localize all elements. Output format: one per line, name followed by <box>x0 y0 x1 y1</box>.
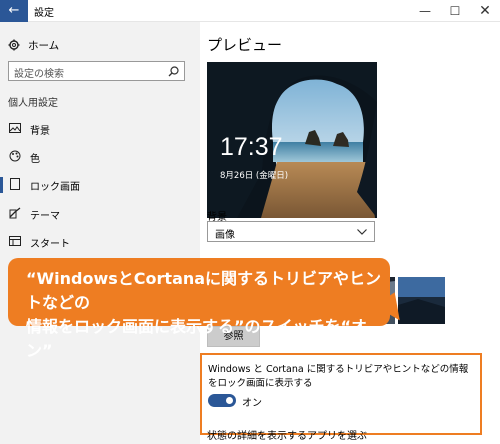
picture-thumbnail[interactable] <box>398 277 445 324</box>
preview-time: 17:37 <box>220 133 283 161</box>
callout-line-1: “WindowsとCortanaに関するトリビアやヒントなどの <box>26 269 382 312</box>
search-icon <box>168 66 179 77</box>
sidebar-item-label: ロック画面 <box>30 182 80 193</box>
selection-indicator <box>0 177 3 193</box>
minimize-icon: — <box>419 4 431 18</box>
sidebar-item-label: 背景 <box>30 126 50 137</box>
callout-line-2: 情報をロック画面に表示する”のスイッチを“オン” <box>26 317 368 360</box>
sidebar-item-label: 色 <box>30 154 40 165</box>
search-input[interactable]: 設定の検索 <box>8 61 185 81</box>
sidebar-item-lock-screen[interactable]: ロック画面 <box>0 174 200 196</box>
close-button[interactable]: ✕ <box>470 0 500 22</box>
sidebar-item-label: テーマ <box>30 211 60 222</box>
detail-status-label: 状態の詳細を表示するアプリを選ぶ <box>207 431 367 442</box>
palette-icon <box>8 149 22 163</box>
maximize-button[interactable]: ☐ <box>440 0 470 22</box>
background-value: 画像 <box>215 230 235 241</box>
title-bar: ← 設定 — ☐ ✕ <box>0 0 500 22</box>
close-icon: ✕ <box>479 3 491 19</box>
chevron-down-icon <box>357 229 367 235</box>
minimize-button[interactable]: — <box>410 0 440 22</box>
search-placeholder: 設定の検索 <box>14 69 64 80</box>
lock-screen-icon <box>8 177 22 191</box>
background-dropdown[interactable]: 画像 <box>207 221 375 242</box>
trivia-toggle-switch[interactable] <box>208 394 236 407</box>
sidebar-item-label: スタート <box>30 239 70 250</box>
toggle-state-label: オン <box>242 398 262 409</box>
toggle-knob <box>226 397 233 404</box>
home-label: ホーム <box>28 39 60 52</box>
sidebar: ホーム 設定の検索 個人用設定 背景 色 ロック画面 テーマ スタート <box>0 22 200 444</box>
maximize-icon: ☐ <box>449 4 461 18</box>
thumbnail-image <box>398 277 445 324</box>
gear-icon <box>8 39 20 51</box>
theme-icon <box>8 206 22 220</box>
toggle-description: Windows と Cortana に関するトリビアやヒントなどの情報をロック画… <box>208 364 469 389</box>
page-title: プレビュー <box>207 36 283 54</box>
sidebar-item-color[interactable]: 色 <box>0 146 200 168</box>
start-icon <box>8 234 22 248</box>
instruction-callout: “WindowsとCortanaに関するトリビアやヒントなどの 情報をロック画面… <box>8 258 390 360</box>
preview-date: 8月26日 (金曜日) <box>220 171 289 181</box>
highlight-box: Windows と Cortana に関するトリビアやヒントなどの情報をロック画… <box>200 353 482 435</box>
lock-screen-preview: 17:37 8月26日 (金曜日) <box>207 62 377 218</box>
sidebar-item-background[interactable]: 背景 <box>0 118 200 140</box>
back-button[interactable]: ← <box>0 0 28 22</box>
home-link[interactable]: ホーム <box>8 36 59 54</box>
main-content: プレビュー 17:37 8月26日 (金曜日) 背景 画像 参照 Windows… <box>200 22 500 444</box>
sidebar-item-start[interactable]: スタート <box>0 231 200 253</box>
sidebar-item-theme[interactable]: テーマ <box>0 203 200 225</box>
section-label: 個人用設定 <box>8 98 58 109</box>
back-arrow-icon: ← <box>8 3 20 18</box>
window-title: 設定 <box>34 8 54 19</box>
image-icon <box>8 121 22 135</box>
